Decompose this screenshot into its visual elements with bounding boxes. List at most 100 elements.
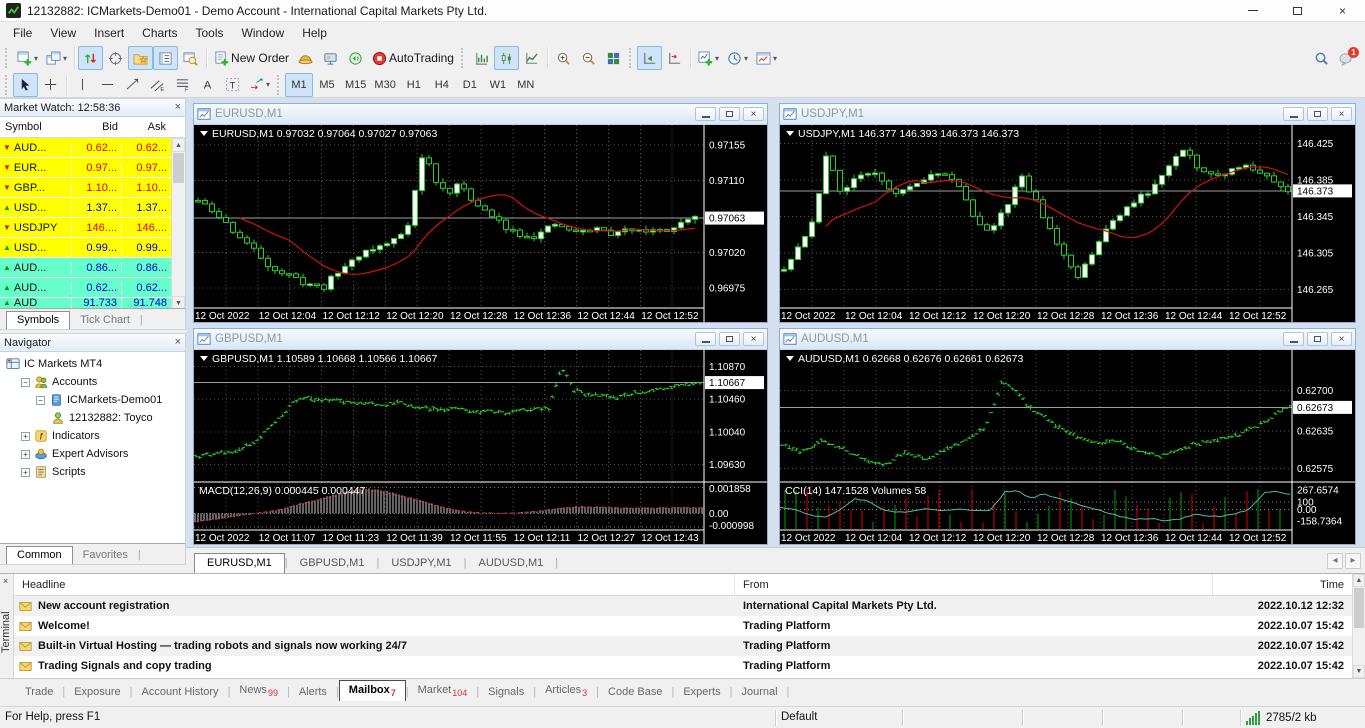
market-watch-row[interactable]: ▲AUD...0.86...0.86...	[0, 258, 172, 278]
shapes-button[interactable]: ▾	[245, 73, 274, 97]
chart-close-button[interactable]: ×	[1331, 107, 1352, 121]
chart-window-titlebar[interactable]: GBPUSD,M1×	[194, 329, 767, 350]
chart-plot[interactable]: 1.108701.104601.100401.096301.106670.001…	[194, 350, 767, 544]
period-m15-button[interactable]: M15	[341, 73, 370, 97]
collapse-icon[interactable]: −	[21, 378, 30, 387]
market-watch-row[interactable]: ▼GBP...1.10...1.10...	[0, 178, 172, 198]
tab-tick-chart[interactable]: Tick Chart	[70, 312, 140, 329]
toolbar-grip[interactable]	[5, 48, 10, 68]
periods-button[interactable]: ▾	[723, 46, 752, 70]
strategy-tester-button[interactable]	[178, 46, 203, 70]
chart-window-titlebar[interactable]: USDJPY,M1×	[780, 104, 1355, 125]
chart-close-button[interactable]: ×	[743, 332, 764, 346]
terminal-tab-experts[interactable]: Experts	[674, 683, 729, 702]
close-icon[interactable]: ×	[175, 102, 181, 113]
horizontal-line-button[interactable]	[95, 73, 120, 97]
menu-charts[interactable]: Charts	[133, 23, 186, 43]
terminal-scrollbar[interactable]: ▲ ▼	[1352, 574, 1365, 678]
terminal-tab-mailbox[interactable]: Mailbox7	[339, 680, 406, 702]
crosshair-button[interactable]	[38, 73, 63, 97]
chart-plot[interactable]: 0.627000.626350.625750.62673267.65741000…	[780, 350, 1355, 544]
terminal-message-row[interactable]: New account registrationInternational Ca…	[14, 596, 1352, 616]
menu-window[interactable]: Window	[233, 23, 294, 43]
label-button[interactable]: T	[220, 73, 245, 97]
tab-scroll-left-icon[interactable]: ◂	[1327, 553, 1343, 569]
menu-file[interactable]: File	[4, 23, 41, 43]
market-watch-header[interactable]: Market Watch: 12:58:36 ×	[0, 99, 185, 117]
autotrading-button[interactable]: AutoTrading	[368, 46, 458, 70]
scroll-down-icon[interactable]: ▼	[1353, 665, 1365, 678]
close-icon[interactable]: ×	[175, 337, 181, 348]
period-m30-button[interactable]: M30	[370, 73, 399, 97]
terminal-message-row[interactable]: Built-in Virtual Hosting — trading robot…	[14, 636, 1352, 656]
expand-icon[interactable]: +	[21, 432, 30, 441]
chart-restore-button[interactable]	[719, 332, 740, 346]
period-d1-button[interactable]: D1	[456, 73, 484, 97]
chart-minimize-button[interactable]	[1283, 332, 1304, 346]
channel-button[interactable]: E	[145, 73, 170, 97]
tree-item-ic-markets-mt4[interactable]: IC Markets MT4	[0, 355, 185, 373]
terminal-tab-journal[interactable]: Journal	[732, 683, 786, 702]
chart-plot[interactable]: 0.971550.971100.970200.969750.9706312 Oc…	[194, 125, 767, 322]
scrollbar-thumb[interactable]	[173, 153, 184, 183]
market-watch-row[interactable]: ▼EUR...0.97...0.97...	[0, 158, 172, 178]
connection-status[interactable]: 2785/2 kb	[1246, 710, 1317, 725]
scroll-up-icon[interactable]: ▲	[1353, 574, 1365, 587]
period-w1-button[interactable]: W1	[484, 73, 512, 97]
terminal-tab-news[interactable]: News99	[230, 681, 287, 702]
market-watch-row[interactable]: ▼AUD...0.62...0.62...	[0, 138, 172, 158]
terminal-toggle[interactable]	[153, 46, 178, 70]
chart-minimize-button[interactable]	[695, 332, 716, 346]
period-h1-button[interactable]: H1	[400, 73, 428, 97]
text-button[interactable]: A	[195, 73, 220, 97]
tree-item-indicators[interactable]: +fIndicators	[0, 427, 185, 445]
tree-item-expert-advisors[interactable]: +Expert Advisors	[0, 445, 185, 463]
menu-tools[interactable]: Tools	[187, 23, 233, 43]
column-ask[interactable]: Ask	[122, 121, 170, 133]
tab-favorites[interactable]: Favorites	[73, 547, 138, 564]
market-watch-row[interactable]: ▲USD...1.37...1.37...	[0, 198, 172, 218]
virtual-hosting-button[interactable]	[318, 46, 343, 70]
chart-minimize-button[interactable]	[1283, 107, 1304, 121]
new-chart-button[interactable]: ▾	[13, 46, 42, 70]
terminal-tab-articles[interactable]: Articles3	[536, 681, 596, 702]
vertical-line-button[interactable]	[70, 73, 95, 97]
market-watch-row[interactable]: ▲USD...0.99...0.99...	[0, 238, 172, 258]
menu-insert[interactable]: Insert	[85, 23, 133, 43]
menu-view[interactable]: View	[41, 23, 85, 43]
indicators-button[interactable]: ▾	[694, 46, 723, 70]
menu-help[interactable]: Help	[293, 23, 336, 43]
tree-item-scripts[interactable]: +Scripts	[0, 463, 185, 481]
chart-close-button[interactable]: ×	[1331, 332, 1352, 346]
chart-tab-usdjpy-m1[interactable]: USDJPY,M1	[379, 554, 463, 573]
column-bid[interactable]: Bid	[72, 121, 122, 133]
data-window-button[interactable]	[103, 46, 128, 70]
zoom-out-button[interactable]	[576, 46, 601, 70]
metaeditor-button[interactable]	[293, 46, 318, 70]
chart-restore-button[interactable]	[1307, 107, 1328, 121]
terminal-tab-account-history[interactable]: Account History	[133, 683, 228, 702]
terminal-message-row[interactable]: Welcome!Trading Platform2022.10.07 15:42	[14, 616, 1352, 636]
column-from[interactable]: From	[735, 574, 1213, 595]
chart-restore-button[interactable]	[719, 107, 740, 121]
chart-tab-gbpusd-m1[interactable]: GBPUSD,M1	[288, 554, 377, 573]
period-mn-button[interactable]: MN	[512, 73, 540, 97]
scrollbar-thumb[interactable]	[1354, 588, 1364, 628]
terminal-tab-trade[interactable]: Trade	[16, 683, 62, 702]
scroll-up-icon[interactable]: ▲	[172, 138, 185, 152]
chart-restore-button[interactable]	[1307, 332, 1328, 346]
expand-icon[interactable]: +	[21, 468, 30, 477]
chart-window-titlebar[interactable]: EURUSD,M1×	[194, 104, 767, 125]
chart-plot[interactable]: 146.425146.385146.345146.305146.265146.3…	[780, 125, 1355, 322]
profiles-button[interactable]: ▾	[42, 46, 71, 70]
period-h4-button[interactable]: H4	[428, 73, 456, 97]
tree-item-icmarkets-demo01[interactable]: −ICMarkets-Demo01	[0, 391, 185, 409]
period-m1-button[interactable]: M1	[285, 73, 313, 97]
notifications-button[interactable]: 1	[1334, 46, 1359, 70]
cursor-button[interactable]	[13, 73, 38, 97]
terminal-tab-alerts[interactable]: Alerts	[290, 683, 336, 702]
toolbar-grip[interactable]	[461, 48, 466, 68]
tab-common[interactable]: Common	[6, 546, 73, 564]
new-order-button[interactable]: New Order	[210, 46, 293, 70]
market-watch-toggle[interactable]	[78, 46, 103, 70]
